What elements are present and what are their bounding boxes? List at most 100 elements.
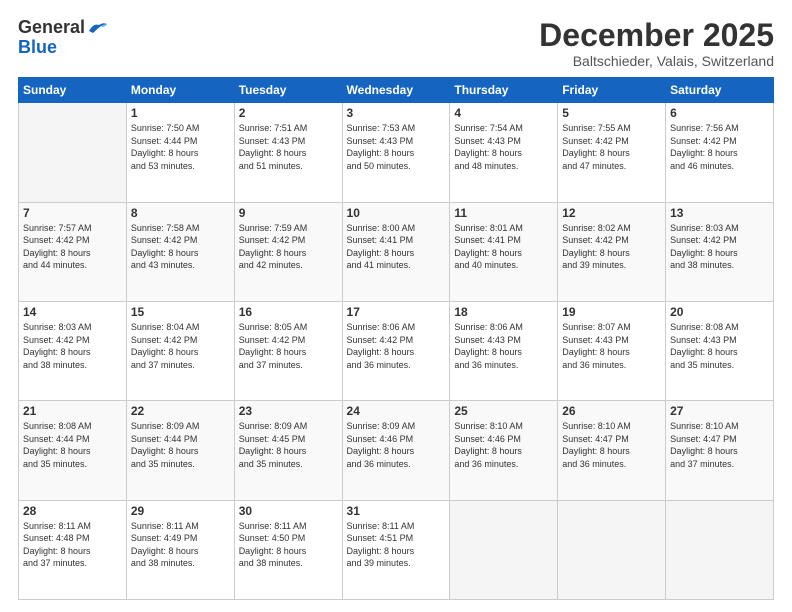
day-info: Sunrise: 7:51 AM Sunset: 4:43 PM Dayligh…: [239, 122, 338, 172]
day-number: 8: [131, 206, 230, 220]
calendar-cell: [558, 500, 666, 599]
calendar-cell: 28Sunrise: 8:11 AM Sunset: 4:48 PM Dayli…: [19, 500, 127, 599]
calendar-cell: 16Sunrise: 8:05 AM Sunset: 4:42 PM Dayli…: [234, 301, 342, 400]
logo-blue: Blue: [18, 38, 57, 58]
day-info: Sunrise: 8:06 AM Sunset: 4:43 PM Dayligh…: [454, 321, 553, 371]
calendar-week-1: 1 Sunrise: 7:50 AM Sunset: 4:44 PM Daylig…: [19, 103, 774, 202]
calendar-table: SundayMondayTuesdayWednesdayThursdayFrid…: [18, 77, 774, 600]
calendar-cell: 10 Sunrise: 8:00 AM Sunset: 4:41 PM Dayli…: [342, 202, 450, 301]
day-number: 19: [562, 305, 661, 319]
day-number: 2: [239, 106, 338, 120]
day-info: Sunrise: 7:56 AM Sunset: 4:42 PM Dayligh…: [670, 122, 769, 172]
calendar-cell: 25 Sunrise: 8:10 AM Sunset: 4:46 PM Dayli…: [450, 401, 558, 500]
day-info: Sunrise: 8:10 AM Sunset: 4:47 PM Dayligh…: [670, 420, 769, 470]
day-info: Sunrise: 8:10 AM Sunset: 4:47 PM Dayligh…: [562, 420, 661, 470]
day-info: Sunrise: 8:11 AM Sunset: 4:51 PM Dayligh…: [347, 520, 446, 570]
day-number: 28: [23, 504, 122, 518]
col-header-saturday: Saturday: [666, 78, 774, 103]
day-number: 30: [239, 504, 338, 518]
calendar-cell: 26 Sunrise: 8:10 AM Sunset: 4:47 PM Dayli…: [558, 401, 666, 500]
calendar-week-5: 28Sunrise: 8:11 AM Sunset: 4:48 PM Dayli…: [19, 500, 774, 599]
day-info: Sunrise: 8:01 AM Sunset: 4:41 PM Dayligh…: [454, 222, 553, 272]
calendar-cell: [666, 500, 774, 599]
day-number: 26: [562, 404, 661, 418]
day-number: 11: [454, 206, 553, 220]
calendar-cell: 3 Sunrise: 7:53 AM Sunset: 4:43 PM Daylig…: [342, 103, 450, 202]
calendar-cell: 17Sunrise: 8:06 AM Sunset: 4:42 PM Dayli…: [342, 301, 450, 400]
col-header-thursday: Thursday: [450, 78, 558, 103]
day-number: 3: [347, 106, 446, 120]
calendar-cell: 12 Sunrise: 8:02 AM Sunset: 4:42 PM Dayli…: [558, 202, 666, 301]
calendar-cell: 9 Sunrise: 7:59 AM Sunset: 4:42 PM Daylig…: [234, 202, 342, 301]
col-header-monday: Monday: [126, 78, 234, 103]
logo: General Blue: [18, 18, 109, 58]
day-number: 14: [23, 305, 122, 319]
day-info: Sunrise: 7:57 AM Sunset: 4:42 PM Dayligh…: [23, 222, 122, 272]
calendar-cell: 23 Sunrise: 8:09 AM Sunset: 4:45 PM Dayli…: [234, 401, 342, 500]
day-info: Sunrise: 7:50 AM Sunset: 4:44 PM Dayligh…: [131, 122, 230, 172]
col-header-tuesday: Tuesday: [234, 78, 342, 103]
day-info: Sunrise: 7:54 AM Sunset: 4:43 PM Dayligh…: [454, 122, 553, 172]
logo-bird-icon: [87, 21, 109, 35]
calendar-header-row: SundayMondayTuesdayWednesdayThursdayFrid…: [19, 78, 774, 103]
calendar-cell: 13Sunrise: 8:03 AM Sunset: 4:42 PM Dayli…: [666, 202, 774, 301]
day-number: 18: [454, 305, 553, 319]
day-number: 4: [454, 106, 553, 120]
day-number: 12: [562, 206, 661, 220]
calendar-cell: 18 Sunrise: 8:06 AM Sunset: 4:43 PM Dayli…: [450, 301, 558, 400]
day-info: Sunrise: 7:55 AM Sunset: 4:42 PM Dayligh…: [562, 122, 661, 172]
day-info: Sunrise: 8:09 AM Sunset: 4:45 PM Dayligh…: [239, 420, 338, 470]
day-info: Sunrise: 8:03 AM Sunset: 4:42 PM Dayligh…: [23, 321, 122, 371]
day-number: 9: [239, 206, 338, 220]
calendar-cell: 31 Sunrise: 8:11 AM Sunset: 4:51 PM Dayli…: [342, 500, 450, 599]
day-number: 31: [347, 504, 446, 518]
day-info: Sunrise: 8:09 AM Sunset: 4:44 PM Dayligh…: [131, 420, 230, 470]
calendar-cell: 20Sunrise: 8:08 AM Sunset: 4:43 PM Dayli…: [666, 301, 774, 400]
calendar-cell: 29Sunrise: 8:11 AM Sunset: 4:49 PM Dayli…: [126, 500, 234, 599]
day-number: 10: [347, 206, 446, 220]
page: General Blue December 2025 Baltschieder,…: [0, 0, 792, 612]
day-info: Sunrise: 8:00 AM Sunset: 4:41 PM Dayligh…: [347, 222, 446, 272]
calendar-cell: 4 Sunrise: 7:54 AM Sunset: 4:43 PM Daylig…: [450, 103, 558, 202]
day-number: 7: [23, 206, 122, 220]
day-number: 21: [23, 404, 122, 418]
calendar-cell: 19 Sunrise: 8:07 AM Sunset: 4:43 PM Dayli…: [558, 301, 666, 400]
day-number: 17: [347, 305, 446, 319]
day-number: 22: [131, 404, 230, 418]
day-info: Sunrise: 8:02 AM Sunset: 4:42 PM Dayligh…: [562, 222, 661, 272]
day-number: 23: [239, 404, 338, 418]
calendar-cell: [19, 103, 127, 202]
day-info: Sunrise: 8:04 AM Sunset: 4:42 PM Dayligh…: [131, 321, 230, 371]
day-info: Sunrise: 8:03 AM Sunset: 4:42 PM Dayligh…: [670, 222, 769, 272]
day-info: Sunrise: 7:59 AM Sunset: 4:42 PM Dayligh…: [239, 222, 338, 272]
day-number: 15: [131, 305, 230, 319]
calendar-cell: 30Sunrise: 8:11 AM Sunset: 4:50 PM Dayli…: [234, 500, 342, 599]
day-number: 20: [670, 305, 769, 319]
calendar-cell: 8Sunrise: 7:58 AM Sunset: 4:42 PM Daylig…: [126, 202, 234, 301]
day-number: 16: [239, 305, 338, 319]
location: Baltschieder, Valais, Switzerland: [539, 53, 774, 69]
day-info: Sunrise: 7:53 AM Sunset: 4:43 PM Dayligh…: [347, 122, 446, 172]
day-number: 25: [454, 404, 553, 418]
calendar-cell: 15 Sunrise: 8:04 AM Sunset: 4:42 PM Dayli…: [126, 301, 234, 400]
day-number: 27: [670, 404, 769, 418]
calendar-cell: 1 Sunrise: 7:50 AM Sunset: 4:44 PM Daylig…: [126, 103, 234, 202]
col-header-wednesday: Wednesday: [342, 78, 450, 103]
day-info: Sunrise: 8:10 AM Sunset: 4:46 PM Dayligh…: [454, 420, 553, 470]
day-info: Sunrise: 8:09 AM Sunset: 4:46 PM Dayligh…: [347, 420, 446, 470]
day-info: Sunrise: 8:07 AM Sunset: 4:43 PM Dayligh…: [562, 321, 661, 371]
calendar-cell: 22 Sunrise: 8:09 AM Sunset: 4:44 PM Dayli…: [126, 401, 234, 500]
calendar-cell: 21 Sunrise: 8:08 AM Sunset: 4:44 PM Dayli…: [19, 401, 127, 500]
calendar-cell: 27 Sunrise: 8:10 AM Sunset: 4:47 PM Dayli…: [666, 401, 774, 500]
month-title: December 2025: [539, 18, 774, 53]
calendar-cell: 11 Sunrise: 8:01 AM Sunset: 4:41 PM Dayli…: [450, 202, 558, 301]
calendar-cell: 24Sunrise: 8:09 AM Sunset: 4:46 PM Dayli…: [342, 401, 450, 500]
calendar-cell: 14 Sunrise: 8:03 AM Sunset: 4:42 PM Dayli…: [19, 301, 127, 400]
day-number: 5: [562, 106, 661, 120]
day-info: Sunrise: 8:08 AM Sunset: 4:44 PM Dayligh…: [23, 420, 122, 470]
calendar-week-4: 21 Sunrise: 8:08 AM Sunset: 4:44 PM Dayli…: [19, 401, 774, 500]
day-number: 1: [131, 106, 230, 120]
calendar-cell: 5 Sunrise: 7:55 AM Sunset: 4:42 PM Daylig…: [558, 103, 666, 202]
col-header-sunday: Sunday: [19, 78, 127, 103]
calendar-week-3: 14 Sunrise: 8:03 AM Sunset: 4:42 PM Dayli…: [19, 301, 774, 400]
